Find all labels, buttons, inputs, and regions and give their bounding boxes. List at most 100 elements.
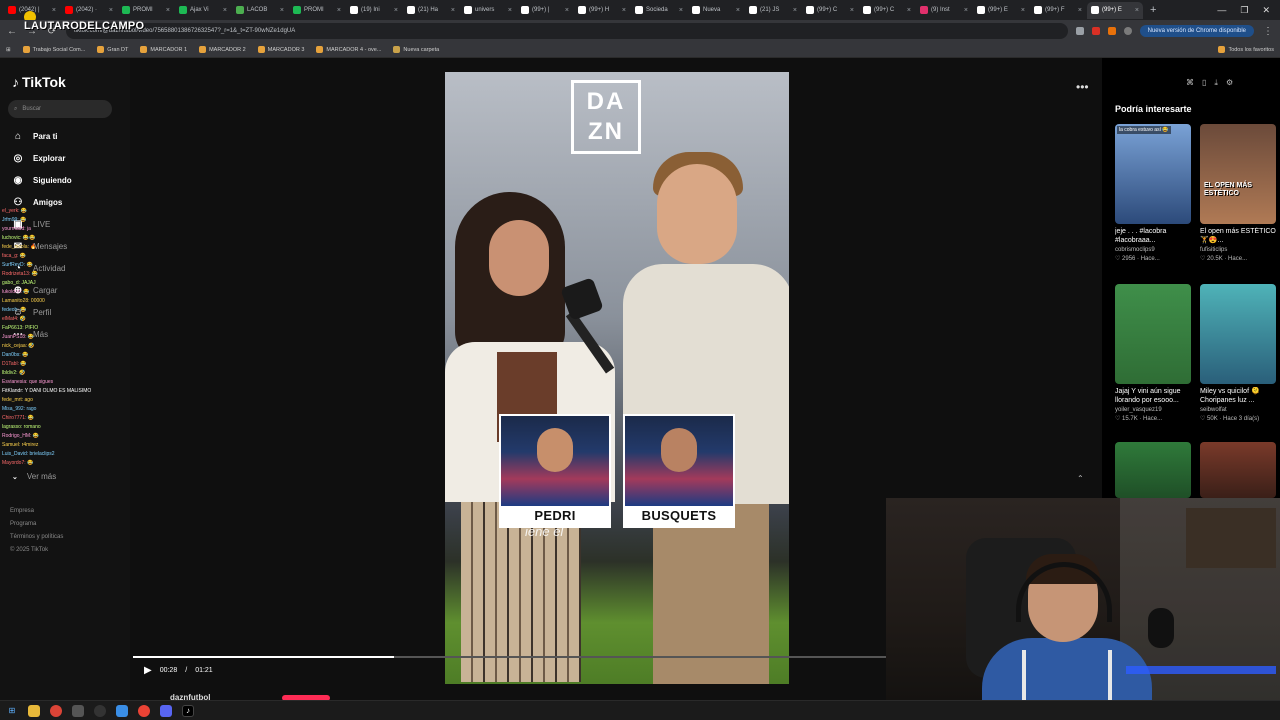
browser-tab[interactable]: (99+) C × <box>859 2 915 19</box>
close-tab-icon[interactable]: × <box>907 7 911 14</box>
settings-icon[interactable]: ⚙ <box>1226 78 1233 88</box>
apps-grid-icon[interactable]: ⊞ <box>6 47 11 53</box>
device-icon[interactable]: ▯ <box>1202 78 1206 88</box>
close-tab-icon[interactable]: × <box>964 7 968 14</box>
close-tab-icon[interactable]: × <box>223 7 227 14</box>
tiktok-logo[interactable]: ♪ TikTok <box>12 74 66 90</box>
url-input[interactable]: tiktok.com/@daznfutbol/video/75658801386… <box>66 23 1068 39</box>
sidebar-item-amigos[interactable]: ⚇ Amigos <box>12 196 63 208</box>
close-tab-icon[interactable]: × <box>280 7 284 14</box>
video-thumbnail[interactable] <box>1115 284 1191 384</box>
extension-icon[interactable] <box>1107 27 1116 35</box>
close-tab-icon[interactable]: × <box>337 7 341 14</box>
bookmark-item[interactable]: Gran DT <box>97 46 128 53</box>
close-tab-icon[interactable]: × <box>679 7 683 14</box>
close-tab-icon[interactable]: × <box>1135 7 1139 14</box>
bookmark-item[interactable]: MARCADOR 3 <box>257 46 304 53</box>
video-thumbnail[interactable] <box>1200 284 1276 384</box>
download-icon[interactable]: ⤓ <box>1214 78 1218 88</box>
browser-tab[interactable]: Nueva × <box>688 2 744 19</box>
browser-tab[interactable]: (99+) | × <box>517 2 573 19</box>
close-tab-icon[interactable]: × <box>1078 7 1082 14</box>
recommended-video[interactable]: EL OPEN MÁS ESTÉTICO El open más ESTÉTICO… <box>1200 124 1276 262</box>
video-thumbnail[interactable]: EL OPEN MÁS ESTÉTICO <box>1200 124 1276 224</box>
browser-tab[interactable]: Ajax Vi × <box>175 2 231 19</box>
browser-tab[interactable]: (99+) C × <box>802 2 858 19</box>
see-more-link[interactable]: ⌄ Ver más <box>12 472 56 481</box>
close-tab-icon[interactable]: × <box>1021 7 1025 14</box>
close-tab-icon[interactable]: × <box>109 7 113 14</box>
close-tab-icon[interactable]: × <box>622 7 626 14</box>
windows-start-icon[interactable]: ⊞ <box>6 705 18 717</box>
browser-tab[interactable]: (99+) F × <box>1030 2 1086 19</box>
maximize-button[interactable]: ❐ <box>1240 5 1248 16</box>
chrome-update-button[interactable]: Nueva versión de Chrome disponible <box>1139 25 1254 37</box>
app-icon[interactable] <box>116 704 128 717</box>
browser-tab[interactable]: PROMI × <box>289 2 345 19</box>
close-tab-icon[interactable]: × <box>850 7 854 14</box>
bookmark-item[interactable]: MARCADOR 2 <box>199 46 246 53</box>
browser-tab[interactable]: (21) Ha × <box>403 2 459 19</box>
sidebar-item-para-ti[interactable]: ⌂ Para ti <box>12 130 58 142</box>
sidebar-item-explorar[interactable]: ◎ Explorar <box>12 152 66 164</box>
bookmark-item[interactable]: Nueva carpeta <box>393 46 439 53</box>
browser-tab[interactable]: Socieda × <box>631 2 687 19</box>
obs-icon[interactable] <box>94 704 106 717</box>
video-progress-bar[interactable] <box>133 656 886 658</box>
recommended-video[interactable] <box>1115 442 1191 498</box>
video-thumbnail[interactable]: la cobra estuvo así 😂 <box>1115 124 1191 224</box>
close-tab-icon[interactable]: × <box>166 7 170 14</box>
more-options-icon[interactable]: ••• <box>1076 80 1089 94</box>
extension-icon[interactable] <box>1091 27 1100 35</box>
link-icon[interactable]: ⌘ <box>1186 78 1194 88</box>
footer-link[interactable]: Términos y políticas <box>10 531 63 544</box>
close-tab-icon[interactable]: × <box>736 7 740 14</box>
browser-tab[interactable]: PROMI × <box>118 2 174 19</box>
browser-tab[interactable]: univers × <box>460 2 516 19</box>
all-bookmarks-button[interactable]: Todos los favoritos <box>1218 46 1274 53</box>
browser-tab[interactable]: (19) Ini × <box>346 2 402 19</box>
video-player[interactable]: DA ZN PEDRI BUSQUETS iene el <box>445 72 789 684</box>
back-icon[interactable]: ← <box>6 26 18 37</box>
menu-dots-icon[interactable]: ⋮ <box>1262 26 1274 37</box>
video-username[interactable]: seibwolfat <box>1200 407 1276 413</box>
video-username[interactable]: yoiler_vasquez19 <box>1115 407 1191 413</box>
video-thumbnail[interactable] <box>1200 442 1276 498</box>
close-tab-icon[interactable]: × <box>52 7 56 14</box>
file-explorer-icon[interactable] <box>28 704 40 717</box>
bookmark-item[interactable]: MARCADOR 4 - ove... <box>316 46 381 53</box>
search-input[interactable]: ⌕ Buscar <box>8 100 112 118</box>
browser-tab[interactable]: (9) Inst × <box>916 2 972 19</box>
recommended-video[interactable] <box>1200 442 1276 498</box>
close-tab-icon[interactable]: × <box>508 7 512 14</box>
footer-link[interactable]: Programa <box>10 518 63 531</box>
recommended-video[interactable]: Miley vs quicilof 🫠 Choripanes luz ... se… <box>1200 284 1276 422</box>
close-window-button[interactable]: ✕ <box>1262 5 1270 16</box>
close-tab-icon[interactable]: × <box>451 7 455 14</box>
footer-link[interactable]: Empresa <box>10 505 63 518</box>
browser-tab[interactable]: LACOB × <box>232 2 288 19</box>
bookmark-item[interactable]: Trabajo Social Com... <box>22 46 85 53</box>
video-username[interactable]: cobrismoclips9 <box>1115 247 1191 253</box>
close-tab-icon[interactable]: × <box>793 7 797 14</box>
chrome-icon[interactable] <box>50 704 62 717</box>
browser-tab[interactable]: (2042) · × <box>61 2 117 19</box>
browser-tab[interactable]: (99+) E × <box>1087 1 1143 19</box>
recommended-video[interactable]: Jajaj Y vini aún sigue llorando por esoo… <box>1115 284 1191 422</box>
browser-tab[interactable]: (21) JS × <box>745 2 801 19</box>
app-icon[interactable] <box>72 704 84 717</box>
app-icon[interactable] <box>138 704 150 717</box>
tiktok-icon[interactable]: ♪ <box>182 704 194 717</box>
profile-avatar-icon[interactable] <box>1123 27 1132 35</box>
scroll-up-icon[interactable]: ⌃ <box>1077 474 1084 483</box>
bookmark-item[interactable]: MARCADOR 1 <box>140 46 187 53</box>
extension-icon[interactable] <box>1075 27 1084 35</box>
browser-tab[interactable]: (99+) H × <box>574 2 630 19</box>
discord-icon[interactable] <box>160 704 172 717</box>
minimize-button[interactable]: — <box>1217 5 1226 16</box>
play-icon[interactable]: ▶ <box>144 665 152 676</box>
new-tab-button[interactable]: + <box>1144 4 1162 16</box>
close-tab-icon[interactable]: × <box>394 7 398 14</box>
video-thumbnail[interactable] <box>1115 442 1191 498</box>
close-tab-icon[interactable]: × <box>565 7 569 14</box>
